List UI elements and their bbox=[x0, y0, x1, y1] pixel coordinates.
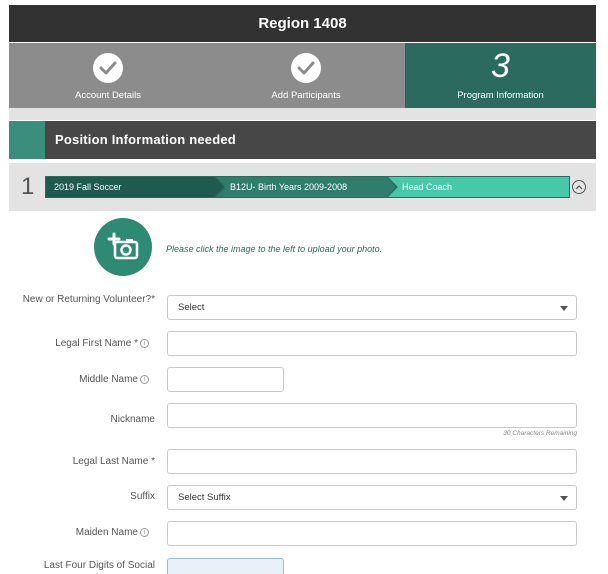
step-number: 3 bbox=[491, 47, 510, 85]
photo-upload-hint: Please click the image to the left to up… bbox=[166, 244, 383, 254]
middle-name-field[interactable] bbox=[167, 367, 284, 392]
last-name-label: Legal Last Name * bbox=[72, 456, 155, 467]
first-name-label: Legal First Name * i bbox=[3, 338, 149, 350]
check-icon bbox=[291, 53, 321, 83]
step-add-participants[interactable]: Add Participants bbox=[207, 43, 405, 108]
info-icon[interactable]: i bbox=[140, 527, 149, 537]
maiden-name-label-text: Maiden Name bbox=[75, 527, 138, 538]
first-name-label-text: Legal First Name * bbox=[55, 338, 138, 349]
nickname-char-counter: 30 Characters Remaining bbox=[503, 430, 577, 437]
maiden-name-field[interactable] bbox=[167, 521, 577, 546]
divider-strip bbox=[9, 108, 596, 120]
volunteer-select[interactable]: Select bbox=[167, 295, 577, 320]
last-name-field[interactable] bbox=[167, 449, 577, 474]
step-program-information[interactable]: 3 Program Information bbox=[405, 43, 596, 108]
app-header: Region 1408 bbox=[9, 5, 596, 42]
ssn-field[interactable] bbox=[167, 558, 284, 574]
camera-plus-icon[interactable] bbox=[94, 218, 152, 276]
maiden-name-label: Maiden Name i bbox=[3, 527, 149, 539]
step-label: Program Information bbox=[457, 90, 544, 101]
suffix-select[interactable]: Select Suffix bbox=[167, 485, 577, 510]
nickname-field[interactable] bbox=[167, 403, 577, 428]
step-label: Add Participants bbox=[271, 90, 341, 101]
collapse-icon[interactable] bbox=[572, 180, 586, 194]
program-breadcrumb: 2019 Fall Soccer B12U- Birth Years 2009-… bbox=[45, 176, 570, 198]
section-title: Position Information needed bbox=[55, 132, 236, 147]
breadcrumb-division: B12U- Birth Years 2009-2008 bbox=[216, 177, 396, 197]
step-account-details[interactable]: Account Details bbox=[9, 43, 207, 108]
section-accent bbox=[9, 121, 45, 159]
breadcrumb-position: Head Coach bbox=[388, 177, 569, 197]
info-icon[interactable]: i bbox=[140, 338, 149, 348]
region-title: Region 1408 bbox=[258, 15, 347, 32]
first-name-field[interactable] bbox=[167, 331, 577, 356]
program-index: 1 bbox=[21, 173, 35, 200]
program-row: 1 2019 Fall Soccer B12U- Birth Years 200… bbox=[9, 163, 596, 211]
suffix-label: Suffix bbox=[130, 491, 155, 502]
check-icon bbox=[93, 53, 123, 83]
step-label: Account Details bbox=[74, 90, 141, 101]
ssn-label: Last Four Digits of Social bbox=[43, 560, 155, 571]
middle-name-label: Middle Name i bbox=[3, 374, 149, 386]
volunteer-label: New or Returning Volunteer?* bbox=[22, 294, 155, 305]
nickname-label: Nickname bbox=[110, 414, 155, 425]
info-icon[interactable]: i bbox=[140, 374, 149, 384]
middle-name-label-text: Middle Name bbox=[79, 374, 138, 385]
volunteer-select-value: Select bbox=[178, 302, 205, 313]
section-header: Position Information needed bbox=[9, 121, 596, 159]
breadcrumb-program: 2019 Fall Soccer bbox=[46, 177, 224, 197]
suffix-select-value: Select Suffix bbox=[178, 492, 231, 503]
progress-steps: Account Details Add Participants 3 Progr… bbox=[9, 43, 596, 108]
